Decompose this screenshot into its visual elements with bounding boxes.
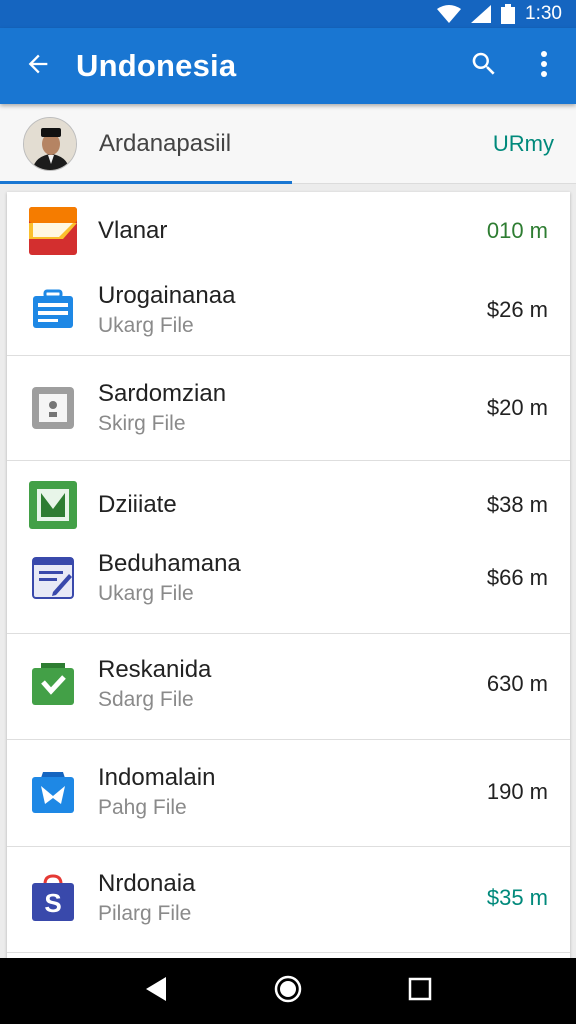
camera-icon <box>29 768 77 816</box>
list-item[interactable]: Beduhamana Ukarg File $66 m <box>7 540 570 616</box>
more-vert-icon <box>540 50 548 83</box>
search-icon <box>469 49 499 84</box>
search-button[interactable] <box>454 28 514 104</box>
item-subtitle: Skirg File <box>98 412 186 435</box>
item-title: Sardomzian <box>98 380 227 407</box>
card-icon <box>29 207 77 255</box>
arrow-back-icon <box>24 50 52 83</box>
list-item[interactable]: Sardomzian Skirg File $20 m <box>7 370 570 446</box>
divider <box>7 739 570 740</box>
avatar[interactable] <box>23 116 77 171</box>
shopping-bag-icon: S <box>29 874 77 922</box>
wifi-icon <box>437 5 462 23</box>
status-bar: 1:30 <box>0 0 576 28</box>
notes-icon <box>29 554 77 602</box>
item-value: 630 m <box>486 671 548 696</box>
item-title: Vlanar <box>98 217 168 244</box>
item-value: $26 m <box>486 297 548 322</box>
list-item[interactable]: Dziiiate $38 m <box>7 476 570 534</box>
divider <box>7 846 570 847</box>
page-title: Undonesia <box>76 48 237 83</box>
list-item[interactable]: Vlanar 010 m <box>7 202 570 260</box>
svg-text:S: S <box>44 888 61 918</box>
tab-indicator <box>0 181 292 184</box>
nav-recents-icon <box>408 977 432 1006</box>
list-item[interactable]: Indomalain Pahg File 190 m <box>7 754 570 830</box>
item-title: Urogainanaa <box>98 282 236 309</box>
item-subtitle: Pilarg File <box>98 902 192 925</box>
checkbox-icon <box>29 481 77 529</box>
item-value: $38 m <box>486 492 548 517</box>
item-value: 190 m <box>486 779 548 804</box>
item-title: Indomalain <box>98 764 216 791</box>
nav-home-icon <box>274 975 302 1008</box>
item-subtitle: Ukarg File <box>98 314 194 337</box>
nav-home-button[interactable] <box>258 961 318 1021</box>
account-header[interactable]: Ardanapasiil URmy <box>0 104 576 184</box>
item-value: 010 m <box>486 218 548 243</box>
app-bar: Undonesia <box>0 28 576 104</box>
item-value: $20 m <box>486 395 548 420</box>
item-title: Dziiiate <box>98 491 177 518</box>
system-nav-bar <box>0 958 576 1024</box>
item-title: Nrdonaia <box>98 870 196 897</box>
item-value: $66 m <box>486 565 548 590</box>
item-title: Beduhamana <box>98 550 241 577</box>
item-value: $35 m <box>486 885 548 910</box>
item-title: Reskanida <box>98 656 212 683</box>
file-list: Vlanar 010 m Urogainanaa Ukarg File $26 … <box>7 192 570 958</box>
battery-icon <box>501 4 516 24</box>
item-subtitle: Ukarg File <box>98 582 194 605</box>
signal-icon <box>471 5 492 23</box>
account-action-link[interactable]: URmy <box>493 131 554 157</box>
document-box-icon <box>29 384 77 432</box>
nav-back-button[interactable] <box>126 961 186 1021</box>
status-time: 1:30 <box>525 3 562 24</box>
nav-recents-button[interactable] <box>390 961 450 1021</box>
divider <box>7 355 570 356</box>
divider <box>7 633 570 634</box>
list-item[interactable]: Reskanida Sdarg File 630 m <box>7 646 570 722</box>
nav-back-icon <box>144 976 168 1007</box>
item-subtitle: Pahg File <box>98 796 187 819</box>
divider <box>7 952 570 953</box>
list-item[interactable]: Urogainanaa Ukarg File $26 m <box>7 272 570 348</box>
divider <box>7 460 570 461</box>
account-name: Ardanapasiil <box>99 129 232 157</box>
back-button[interactable] <box>0 28 76 104</box>
list-item[interactable]: S Nrdonaia Pilarg File $35 m <box>7 860 570 936</box>
more-options-button[interactable] <box>514 28 574 104</box>
check-bag-icon <box>29 660 77 708</box>
item-subtitle: Sdarg File <box>98 688 194 711</box>
briefcase-icon <box>29 286 77 334</box>
